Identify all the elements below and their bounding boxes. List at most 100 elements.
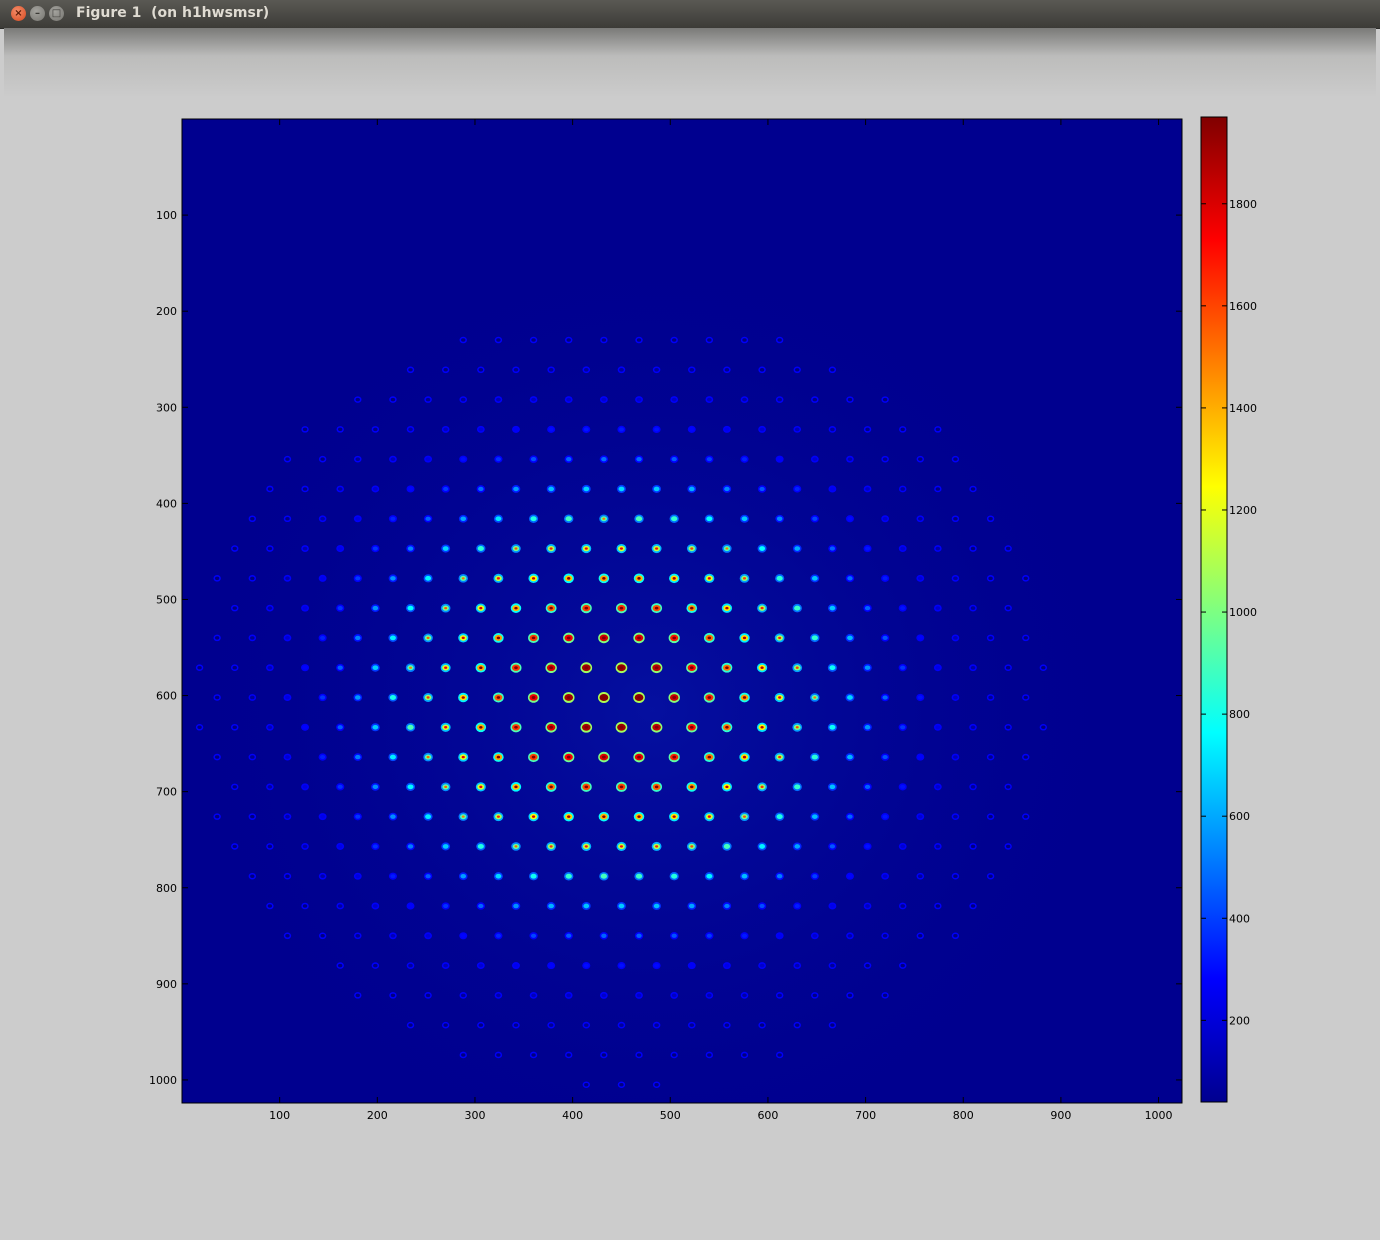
spot [742,338,747,342]
spot [232,785,237,789]
y-tick-label: 900 [156,978,177,991]
spot-core [655,845,659,848]
spot-core [742,636,747,640]
spot [285,814,290,819]
spot-core [778,755,782,759]
spot [654,367,659,372]
spot-core [584,845,588,848]
spot [918,516,923,521]
spot [811,576,818,581]
spot-core [742,755,747,759]
spot [618,963,624,968]
spot-core [672,755,677,759]
spot [408,486,414,491]
spot [794,963,800,968]
spot [267,606,273,610]
spot [337,546,343,551]
spot-core [690,606,694,610]
spot [442,844,449,849]
spot-core [444,785,448,788]
spot [847,576,853,581]
spot-core [619,547,624,550]
spot [513,368,519,372]
spot [495,933,501,938]
spot-core [619,666,624,670]
colorbar-tick-label: 1600 [1229,300,1257,313]
spot-core [672,815,676,818]
spot-core [549,547,553,550]
spot [496,397,501,402]
spot-core [531,577,536,580]
spot [847,874,853,879]
spot [250,814,255,819]
spot [970,725,976,730]
spot [600,873,608,879]
spot-core [725,666,729,670]
spot [935,546,941,551]
spot [566,993,572,998]
spot [847,457,853,462]
spot [794,605,801,611]
spot [372,904,378,908]
spot [636,993,642,998]
spot-core [760,606,764,610]
spot [320,516,325,521]
spot-core [602,815,606,818]
spot [197,665,202,670]
colorbar-tick-label: 1000 [1229,606,1257,619]
spot-core [707,577,711,580]
spot [882,754,888,760]
spot-core [479,666,483,670]
spot [285,457,290,461]
spot [900,606,906,611]
spot [390,397,396,402]
spot-core [795,666,799,669]
spot [935,606,941,611]
spot [917,695,923,700]
x-tick-label: 900 [1050,1109,1071,1122]
spot [530,457,537,462]
spot [373,427,378,432]
spot [636,1053,642,1057]
spot-core [479,725,483,729]
spot-core [566,695,571,699]
spot [390,933,396,938]
spot-core [549,725,554,729]
spot [513,963,519,968]
spot-core [619,845,624,848]
spot [671,516,678,522]
spot [495,516,502,522]
spot [830,368,835,372]
spot [970,546,976,551]
spot [372,724,379,730]
spot [759,486,765,492]
spot [953,576,958,581]
spot [425,397,431,402]
spot [653,903,660,909]
spot [988,517,993,521]
spot [531,397,536,402]
spot [355,635,361,641]
spot [495,457,501,462]
spot [389,635,396,641]
spot [285,576,290,581]
spot [267,844,273,849]
spot [425,993,431,998]
spot [302,844,308,849]
spot [1005,785,1011,789]
spot [829,487,835,491]
y-tick-label: 500 [156,593,177,606]
spot [707,338,712,342]
spot [250,636,255,640]
spot [197,725,202,730]
spot-core [795,726,799,729]
spot [442,546,449,551]
spot [618,486,625,492]
spot [601,338,607,342]
spot [390,874,396,879]
spot-core [496,696,501,699]
spot [337,487,343,491]
spot [811,814,818,819]
spot-core [531,755,536,759]
spot [812,993,818,998]
